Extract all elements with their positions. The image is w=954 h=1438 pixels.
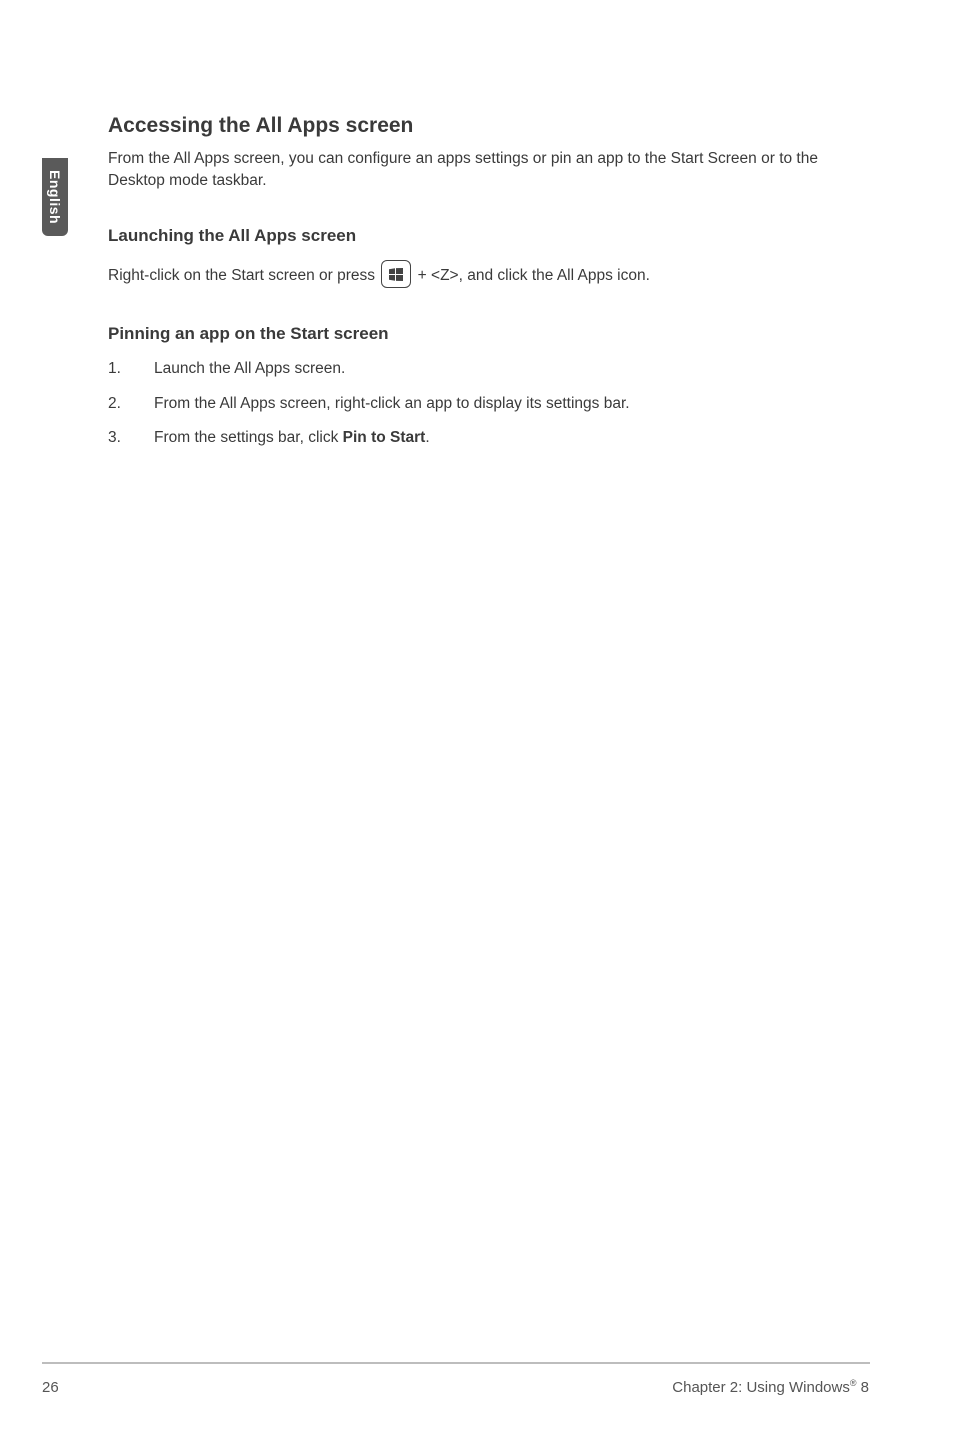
pinning-steps-list: 1. Launch the All Apps screen. 2. From t… (108, 358, 868, 449)
subheading-launching: Launching the All Apps screen (108, 226, 868, 246)
page-number: 26 (42, 1379, 59, 1396)
list-item: 3. From the settings bar, click Pin to S… (108, 427, 868, 449)
language-side-tab: English (42, 158, 68, 236)
step3-bold: Pin to Start (343, 429, 426, 446)
step-text: From the All Apps screen, right-click an… (154, 393, 868, 415)
step-number: 3. (108, 427, 154, 449)
list-item: 1. Launch the All Apps screen. (108, 358, 868, 380)
page-content: Accessing the All Apps screen From the A… (108, 114, 868, 462)
chapter-text-after: 8 (856, 1379, 869, 1396)
section-intro-text: From the All Apps screen, you can config… (108, 148, 868, 192)
chapter-text-before: Chapter 2: Using Windows (672, 1379, 850, 1396)
chapter-label: Chapter 2: Using Windows® 8 (672, 1378, 869, 1396)
launch-text-before: Right-click on the Start screen or press (108, 267, 379, 284)
list-item: 2. From the All Apps screen, right-click… (108, 393, 868, 415)
step-number: 1. (108, 358, 154, 380)
step-text: From the settings bar, click Pin to Star… (154, 427, 868, 449)
launching-instruction-text: Right-click on the Start screen or press… (108, 260, 868, 288)
footer-divider (42, 1362, 870, 1364)
step3-text-before: From the settings bar, click (154, 429, 343, 446)
subheading-pinning: Pinning an app on the Start screen (108, 324, 868, 344)
step-text: Launch the All Apps screen. (154, 358, 868, 380)
step-number: 2. (108, 393, 154, 415)
launch-text-after: + <Z>, and click the All Apps icon. (413, 267, 650, 284)
step3-text-after: . (425, 429, 429, 446)
section-heading-accessing: Accessing the All Apps screen (108, 114, 868, 138)
windows-key-icon (381, 260, 411, 288)
pinning-section: Pinning an app on the Start screen 1. La… (108, 324, 868, 449)
